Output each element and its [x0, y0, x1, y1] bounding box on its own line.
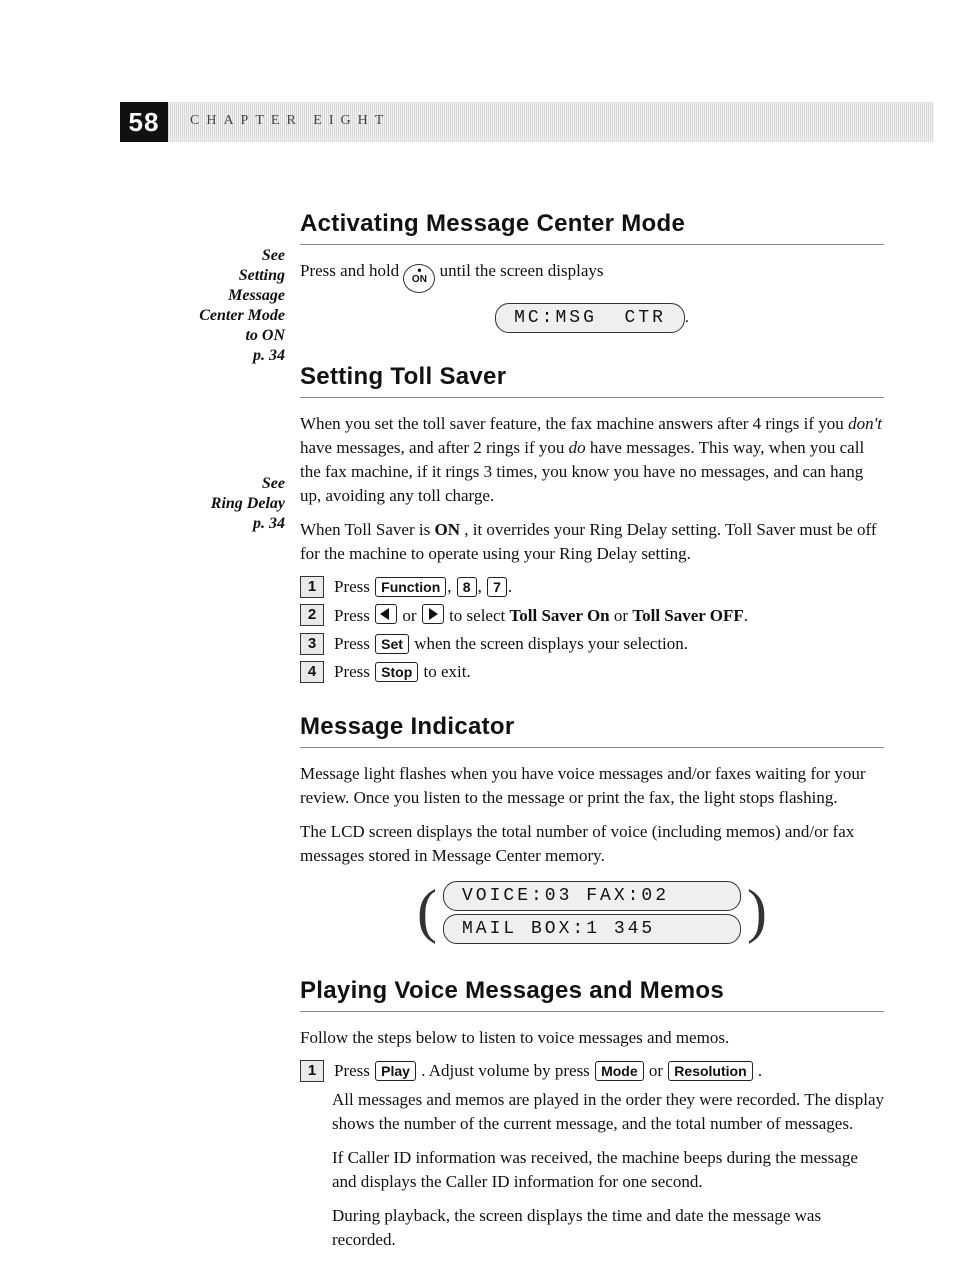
step-3: 3 Press Set when the screen displays you…: [300, 633, 884, 655]
right-arrow-keycap-icon: [422, 604, 444, 624]
rule: [300, 244, 884, 245]
keycap-resolution: Resolution: [668, 1061, 752, 1081]
t: ,: [478, 577, 487, 596]
t: Message: [228, 287, 285, 304]
heading: Playing Voice Messages and Memos: [300, 977, 884, 1005]
paragraph: The LCD screen displays the total number…: [300, 820, 884, 868]
t: ON: [412, 274, 427, 285]
keycap-function: Function: [375, 577, 446, 597]
paren-right-icon: ): [747, 886, 767, 936]
sidebar-note-2: See Ring Delay p. 34: [165, 474, 285, 534]
step-1: 1 Press Play . Adjust volume by press Mo…: [300, 1060, 884, 1082]
step-text: Press Set when the screen displays your …: [334, 633, 688, 655]
t: See: [262, 475, 285, 492]
rule: [300, 397, 884, 398]
t: Press and hold: [300, 261, 403, 280]
step-text: Press Function, 8, 7.: [334, 576, 512, 598]
lcd-dual: ( VOICE:03 FAX:02 MAIL BOX:1 345 ): [300, 878, 884, 947]
rule: [300, 747, 884, 748]
t: or: [649, 1061, 667, 1080]
t: .: [744, 606, 748, 625]
step-text: Press Play . Adjust volume by press Mode…: [334, 1060, 762, 1082]
section-toll-saver: Setting Toll Saver When you set the toll…: [300, 363, 884, 683]
t: Setting: [239, 267, 285, 284]
t: p. 34: [253, 347, 285, 364]
t: Press: [334, 577, 374, 596]
keycap-play: Play: [375, 1061, 416, 1081]
step-text: Press or to select Toll Saver On or Toll…: [334, 604, 748, 627]
step-2: 2 Press or to select Toll Saver On or To…: [300, 604, 884, 627]
em: do: [569, 438, 586, 457]
t: p. 34: [253, 515, 285, 532]
sidebar-note-1: See Setting Message Center Mode to ON p.…: [165, 246, 285, 366]
heading: Activating Message Center Mode: [300, 210, 884, 238]
heading: Setting Toll Saver: [300, 363, 884, 391]
b: Toll Saver OFF: [632, 606, 743, 625]
page-number: 58: [120, 102, 168, 142]
t: .: [508, 577, 512, 596]
t: to select: [449, 606, 509, 625]
lcd-display: MC:MSG CTR.: [300, 303, 884, 333]
left-arrow-keycap-icon: [375, 604, 397, 624]
lcd-line-2: MAIL BOX:1 345: [443, 914, 741, 944]
step-1: 1 Press Function, 8, 7.: [300, 576, 884, 598]
paragraph: Follow the steps below to listen to voic…: [300, 1026, 884, 1050]
on-button-icon: ON: [403, 264, 435, 293]
t: Press: [334, 634, 374, 653]
manual-page: 58 CHAPTER EIGHT See Setting Message Cen…: [0, 0, 954, 1235]
paren-left-icon: (: [417, 886, 437, 936]
heading: Message Indicator: [300, 713, 884, 741]
lcd-line-1: VOICE:03 FAX:02: [443, 881, 741, 911]
keycap-7: 7: [487, 577, 507, 597]
chapter-label: CHAPTER EIGHT: [190, 112, 390, 130]
t: When you set the toll saver feature, the…: [300, 414, 848, 433]
lcd-text: MC:MSG CTR: [495, 303, 685, 333]
main-content: Activating Message Center Mode Press and…: [300, 210, 884, 1282]
section-playing-voice: Playing Voice Messages and Memos Follow …: [300, 977, 884, 1252]
t: when the screen displays your selection.: [414, 634, 688, 653]
keycap-8: 8: [457, 577, 477, 597]
paragraph: During playback, the screen displays the…: [332, 1204, 884, 1252]
t: . Adjust volume by press: [421, 1061, 594, 1080]
t: .: [758, 1061, 762, 1080]
t: until the screen displays: [440, 261, 604, 280]
section-message-indicator: Message Indicator Message light flashes …: [300, 713, 884, 947]
paragraph: When you set the toll saver feature, the…: [300, 412, 884, 508]
step-text: Press Stop to exit.: [334, 661, 471, 683]
step-4: 4 Press Stop to exit.: [300, 661, 884, 683]
b: Toll Saver On: [510, 606, 610, 625]
paragraph: Message light flashes when you have voic…: [300, 762, 884, 810]
t: Press: [334, 606, 374, 625]
step-number-icon: 1: [300, 1060, 324, 1082]
section-activating: Activating Message Center Mode Press and…: [300, 210, 884, 333]
t: When Toll Saver is: [300, 520, 434, 539]
t: Press: [334, 662, 374, 681]
t: to exit.: [424, 662, 471, 681]
keycap-mode: Mode: [595, 1061, 644, 1081]
t: or: [614, 606, 632, 625]
paragraph: Press and hold ON until the screen displ…: [300, 259, 884, 293]
rule: [300, 1011, 884, 1012]
keycap-set: Set: [375, 634, 409, 654]
em: don't: [848, 414, 882, 433]
t: Ring Delay: [211, 495, 285, 512]
b: ON: [434, 520, 460, 539]
t: See: [262, 247, 285, 264]
paragraph: All messages and memos are played in the…: [332, 1088, 884, 1136]
step-number-icon: 4: [300, 661, 324, 683]
keycap-stop: Stop: [375, 662, 418, 682]
dot-icon: [404, 266, 434, 274]
paragraph: When Toll Saver is ON , it overrides you…: [300, 518, 884, 566]
t: to ON: [245, 327, 285, 344]
t: ,: [447, 577, 456, 596]
step-number-icon: 1: [300, 576, 324, 598]
t: Center Mode: [199, 307, 285, 324]
t: have messages, and after 2 rings if you: [300, 438, 569, 457]
t: Press: [334, 1061, 374, 1080]
step-number-icon: 3: [300, 633, 324, 655]
paragraph: If Caller ID information was received, t…: [332, 1146, 884, 1194]
step-number-icon: 2: [300, 604, 324, 626]
t: or: [402, 606, 420, 625]
